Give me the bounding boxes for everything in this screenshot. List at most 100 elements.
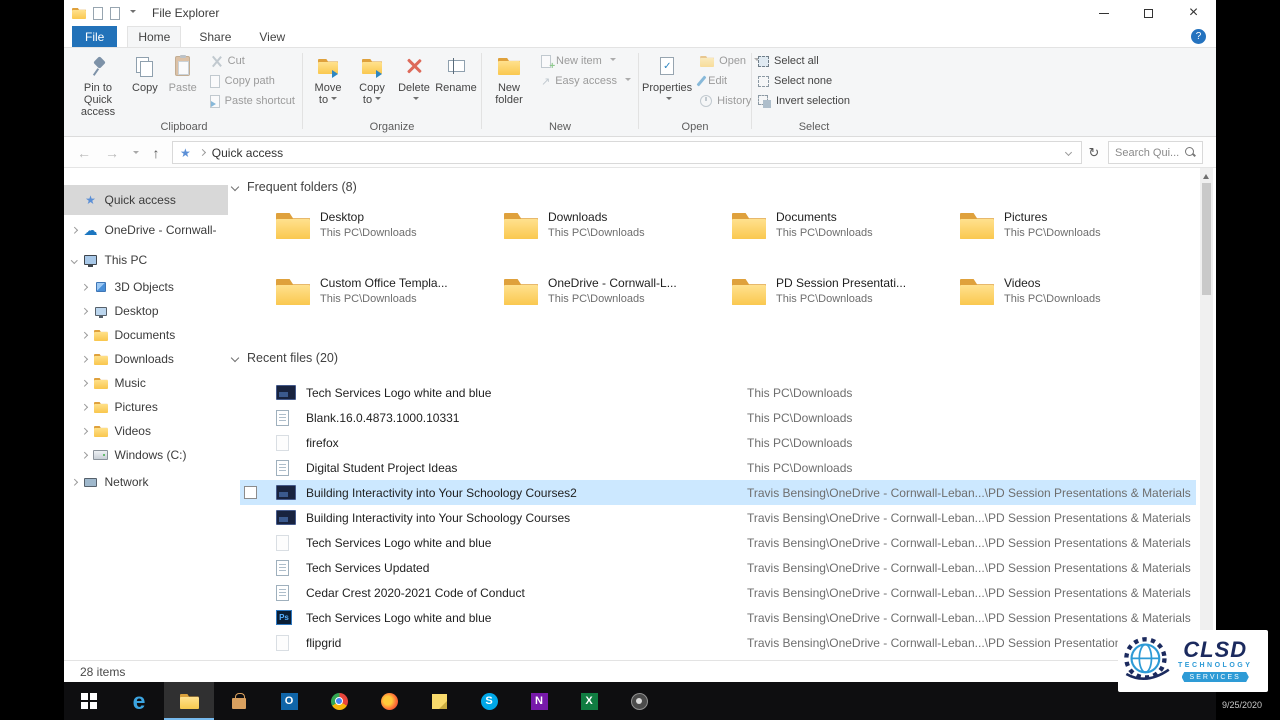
sidebar-item[interactable]: This PC: [64, 245, 228, 275]
start-icon[interactable]: [64, 682, 114, 720]
breadcrumb-location[interactable]: Quick access: [212, 146, 283, 160]
recent-file-row[interactable]: Tech Services Logo white and blue Travis…: [240, 605, 1196, 630]
tree-expand-icon[interactable]: [81, 355, 88, 363]
open-button[interactable]: Open: [697, 51, 763, 71]
cut-button[interactable]: Cut: [207, 51, 298, 71]
frequent-folder-tile[interactable]: OneDrive - Cornwall-L... This PC\Downloa…: [504, 276, 732, 322]
row-checkbox[interactable]: [244, 486, 257, 499]
recent-file-row[interactable]: firefox This PC\Downloads: [240, 430, 1196, 455]
file-explorer-icon[interactable]: [164, 682, 214, 720]
recent-file-row[interactable]: Blank.16.0.4873.1000.10331 This PC\Downl…: [240, 405, 1196, 430]
invert-selection-button[interactable]: Invert selection: [755, 91, 853, 111]
new-folder-button[interactable]: New folder: [485, 51, 533, 106]
collapse-recent-icon[interactable]: [230, 353, 240, 363]
copy-path-button[interactable]: Copy path: [207, 71, 298, 91]
sticky-notes-icon[interactable]: [414, 682, 464, 720]
minimize-button[interactable]: [1081, 0, 1126, 26]
sidebar-item[interactable]: Documents: [64, 323, 228, 347]
pin-to-quick-access-button[interactable]: Pin to Quick access: [70, 51, 126, 118]
tab-share[interactable]: Share: [189, 26, 241, 47]
record-icon[interactable]: [614, 682, 664, 720]
store-icon[interactable]: [214, 682, 264, 720]
edit-button[interactable]: Edit: [696, 71, 763, 91]
tree-expand-icon[interactable]: [81, 283, 88, 291]
tab-file[interactable]: File: [72, 26, 118, 47]
collapse-frequent-icon[interactable]: [230, 182, 240, 192]
recent-locations-icon[interactable]: [133, 151, 139, 157]
frequent-folder-tile[interactable]: PD Session Presentati... This PC\Downloa…: [732, 276, 960, 322]
tree-expand-icon[interactable]: [81, 379, 88, 387]
onenote-icon[interactable]: [514, 682, 564, 720]
move-to-button[interactable]: Move to: [306, 51, 350, 106]
paste-shortcut-button[interactable]: Paste shortcut: [207, 91, 298, 111]
breadcrumb-chevron-icon[interactable]: [198, 148, 206, 157]
easy-access-button[interactable]: Easy access: [538, 71, 634, 91]
tree-expand-icon[interactable]: [81, 331, 88, 339]
sidebar-item[interactable]: Windows (C:): [64, 443, 228, 467]
tab-view[interactable]: View: [249, 26, 295, 47]
qat-new-folder-icon[interactable]: [110, 6, 120, 20]
search-input[interactable]: [1115, 146, 1185, 159]
excel-icon[interactable]: [564, 682, 614, 720]
copy-to-button[interactable]: Copy to: [350, 51, 394, 106]
tree-expand-icon[interactable]: [71, 256, 78, 264]
tree-expand-icon[interactable]: [81, 427, 88, 435]
copy-button[interactable]: Copy: [126, 51, 164, 94]
maximize-button[interactable]: [1126, 0, 1171, 26]
recent-file-row[interactable]: Digital Student Project Ideas This PC\Do…: [240, 455, 1196, 480]
tree-expand-icon[interactable]: [71, 478, 78, 486]
sidebar-item[interactable]: Music: [64, 371, 228, 395]
sidebar-item[interactable]: Videos: [64, 419, 228, 443]
select-all-button[interactable]: Select all: [755, 51, 853, 71]
help-button[interactable]: ?: [1191, 29, 1206, 44]
sidebar-item[interactable]: 3D Objects: [64, 275, 228, 299]
search-box[interactable]: [1108, 141, 1203, 164]
history-button[interactable]: History: [697, 91, 763, 111]
recent-files-header[interactable]: Recent files (20): [230, 351, 338, 365]
recent-file-row[interactable]: Tech Services Logo white and blue Travis…: [240, 530, 1196, 555]
qat-properties-icon[interactable]: [93, 6, 103, 20]
tree-expand-icon[interactable]: [81, 451, 88, 459]
delete-button[interactable]: Delete: [394, 51, 434, 106]
sidebar-item[interactable]: Downloads: [64, 347, 228, 371]
refresh-button[interactable]: [1082, 137, 1106, 168]
sidebar-item[interactable]: Pictures: [64, 395, 228, 419]
new-item-button[interactable]: New item: [538, 51, 634, 72]
frequent-folder-tile[interactable]: Custom Office Templa... This PC\Download…: [276, 276, 504, 322]
recent-file-row[interactable]: flipgrid Travis Bensing\OneDrive - Cornw…: [240, 630, 1196, 655]
frequent-folder-tile[interactable]: Downloads This PC\Downloads: [504, 210, 732, 256]
frequent-folders-header[interactable]: Frequent folders (8): [230, 180, 357, 194]
chrome-icon[interactable]: [314, 682, 364, 720]
address-bar[interactable]: Quick access: [172, 141, 1082, 164]
tree-expand-icon[interactable]: [71, 226, 78, 234]
recent-file-row[interactable]: Tech Services Logo white and blue This P…: [240, 380, 1196, 405]
outlook-icon[interactable]: [264, 682, 314, 720]
sidebar-item[interactable]: Quick access: [64, 185, 228, 215]
up-button[interactable]: [144, 137, 168, 168]
firefox-icon[interactable]: [364, 682, 414, 720]
tree-expand-icon[interactable]: [81, 307, 88, 315]
address-dropdown-icon[interactable]: [1064, 148, 1073, 157]
recent-file-row[interactable]: Tech Services Updated Travis Bensing\One…: [240, 555, 1196, 580]
paste-button[interactable]: Paste: [164, 51, 202, 94]
select-none-button[interactable]: Select none: [755, 71, 853, 91]
qat-customize-icon[interactable]: [130, 10, 136, 16]
frequent-folder-tile[interactable]: Desktop This PC\Downloads: [276, 210, 504, 256]
edge-icon[interactable]: [114, 682, 164, 720]
frequent-folder-tile[interactable]: Pictures This PC\Downloads: [960, 210, 1188, 256]
close-button[interactable]: [1171, 0, 1216, 26]
recent-file-row[interactable]: Cedar Crest 2020-2021 Code of Conduct Tr…: [240, 580, 1196, 605]
frequent-folder-tile[interactable]: Videos This PC\Downloads: [960, 276, 1188, 322]
sidebar-item[interactable]: Network: [64, 467, 228, 497]
recent-file-row[interactable]: Building Interactivity into Your Schoolo…: [240, 505, 1196, 530]
forward-button[interactable]: [100, 137, 124, 168]
scrollbar[interactable]: [1200, 168, 1213, 660]
tab-home[interactable]: Home: [127, 26, 182, 47]
recent-file-row[interactable]: Building Interactivity into Your Schoolo…: [240, 480, 1196, 505]
rename-button[interactable]: Rename: [434, 51, 478, 94]
back-button[interactable]: [72, 137, 96, 168]
skype-icon[interactable]: [464, 682, 514, 720]
scroll-up-icon[interactable]: [1203, 174, 1209, 179]
sidebar-item[interactable]: OneDrive - Cornwall-: [64, 215, 228, 245]
sidebar-item[interactable]: Desktop: [64, 299, 228, 323]
